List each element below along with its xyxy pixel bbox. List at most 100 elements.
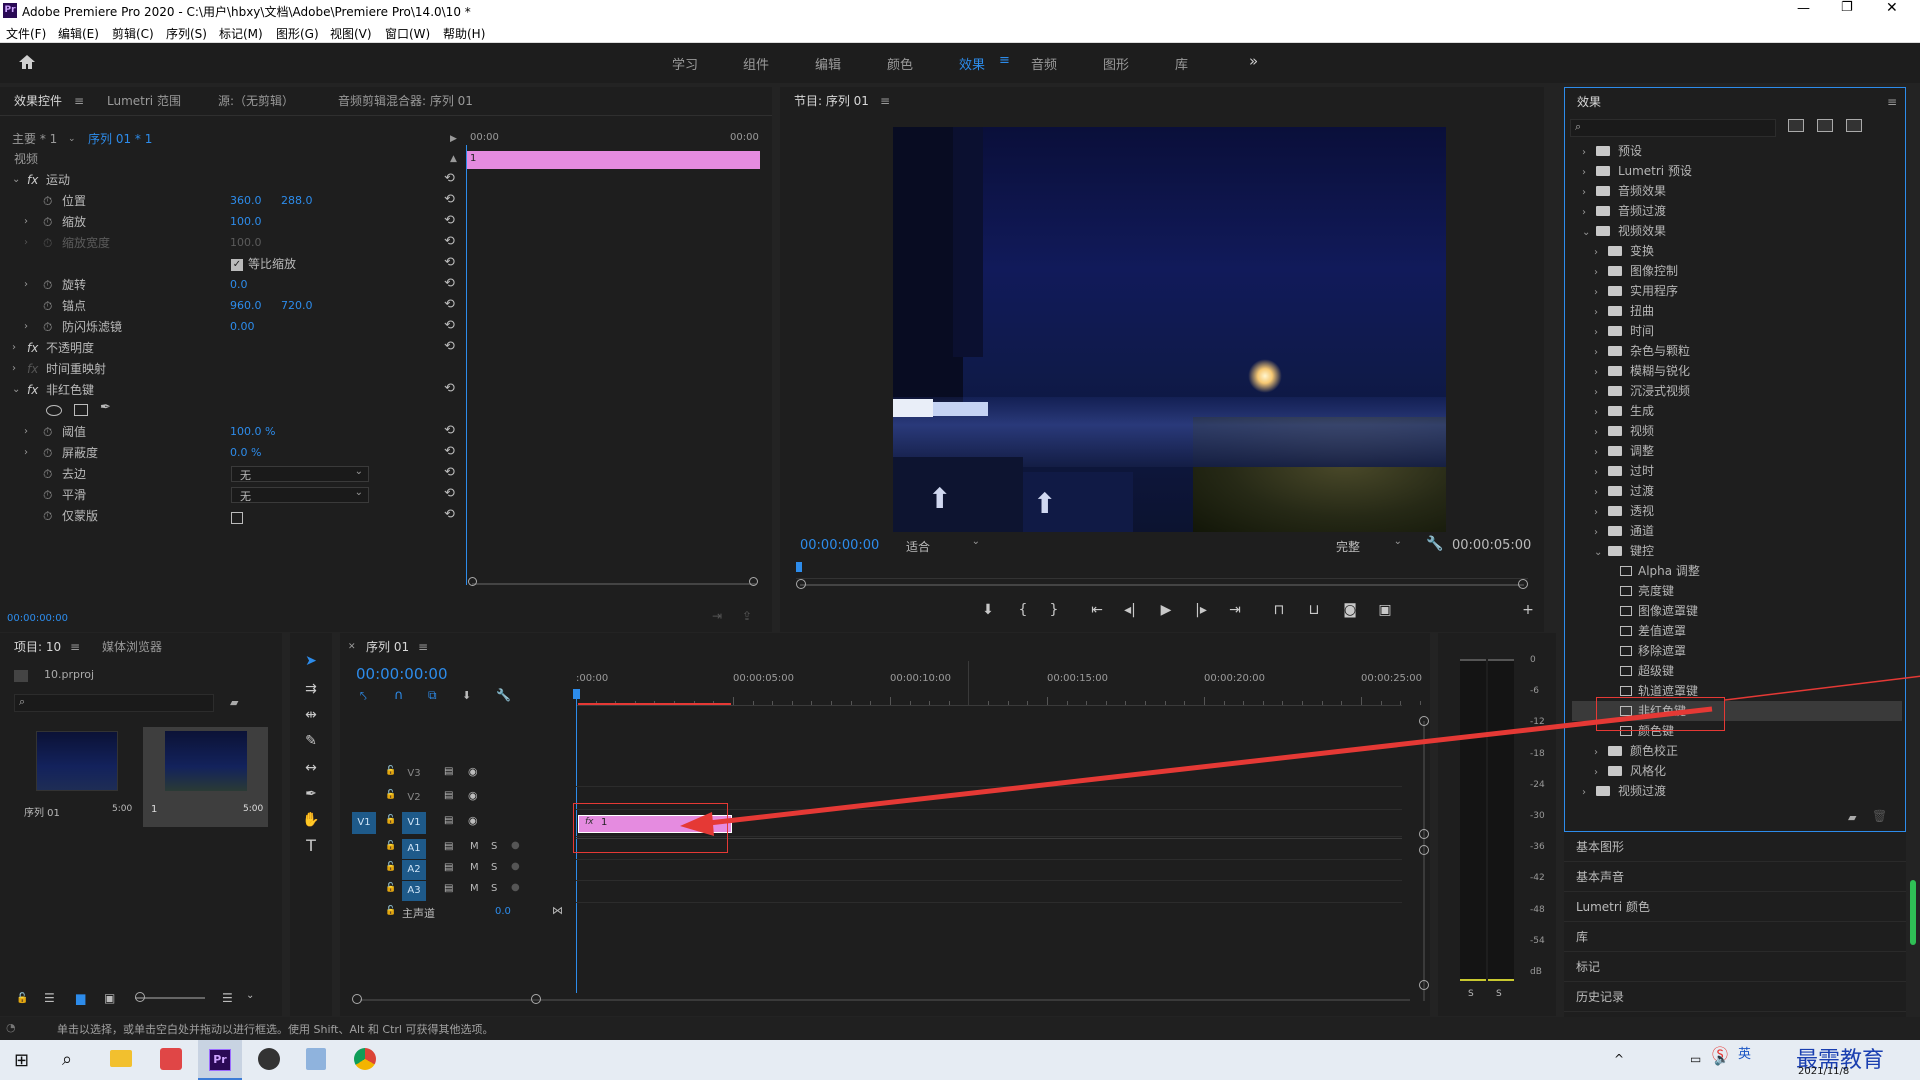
master-track-header[interactable]: 🔓 主声道 0.0 ⋈ (340, 903, 576, 925)
tab-project[interactable]: 项目: 10 (14, 633, 61, 661)
mask-only-checkbox[interactable] (231, 512, 243, 524)
expand-icon[interactable]: › (24, 443, 28, 463)
effect-folder[interactable]: › 视频 (1572, 421, 1902, 441)
stopwatch-icon[interactable]: ⏱ (43, 212, 52, 232)
chevron-right-icon[interactable]: › (1594, 243, 1608, 263)
lock-icon[interactable]: 🔓 (385, 790, 396, 800)
32bit-effects-icon[interactable] (1817, 119, 1833, 132)
chevron-right-icon[interactable]: › (1582, 183, 1596, 203)
workspace-editing[interactable]: 编辑 (815, 54, 841, 73)
threshold-value[interactable]: 100.0 % (230, 422, 275, 442)
ec-timecode[interactable]: 00:00:00:00 (7, 613, 68, 624)
position-x[interactable]: 360.0 (230, 191, 262, 211)
effect-folder[interactable]: › 音频效果 (1572, 181, 1902, 201)
chrome-icon[interactable] (354, 1048, 376, 1070)
scroll-handle-icon[interactable] (1419, 845, 1429, 855)
scroll-handle-icon[interactable] (1518, 579, 1528, 589)
reset-icon[interactable]: ⟲ (444, 507, 455, 522)
chevron-down-icon[interactable]: ⌄ (12, 380, 20, 400)
effect-item[interactable]: 图像遮罩键 (1572, 601, 1902, 621)
panel-lumetri-color[interactable]: Lumetri 颜色 (1576, 898, 1650, 915)
minimize-icon[interactable]: — (1797, 1, 1810, 16)
track-label[interactable]: V2 (402, 788, 426, 808)
anchor-x[interactable]: 960.0 (230, 296, 262, 316)
sync-lock-icon[interactable]: ▤ (444, 862, 453, 873)
smoothing-dropdown[interactable]: 无 ⌄ (231, 487, 369, 503)
settings-wrench-icon[interactable]: 🔧 (496, 688, 511, 702)
razor-tool-icon[interactable]: ✎ (302, 733, 320, 749)
chevron-right-icon[interactable]: › (1594, 363, 1608, 383)
uniform-scale-checkbox[interactable]: ✓ (231, 259, 243, 271)
new-bin-icon[interactable]: ▰ (1848, 811, 1856, 824)
chevron-right-icon[interactable]: › (1594, 323, 1608, 343)
file-explorer-icon[interactable] (110, 1050, 132, 1067)
stopwatch-icon[interactable]: ⏱ (43, 275, 52, 295)
tab-media-browser[interactable]: 媒体浏览器 (102, 633, 162, 661)
sync-lock-icon[interactable]: ▤ (444, 766, 453, 777)
add-marker-icon[interactable]: ⬇ (980, 602, 996, 618)
go-to-end-icon[interactable]: ⋈ (552, 904, 563, 917)
ellipse-mask-icon[interactable] (46, 405, 62, 416)
panel-history[interactable]: 历史记录 (1576, 988, 1624, 1005)
reset-icon[interactable]: ⟲ (444, 381, 455, 396)
network-icon[interactable]: ▭ (1690, 1052, 1701, 1066)
chevron-down-icon[interactable]: ⌄ (12, 170, 20, 190)
comparison-icon[interactable]: ▣ (1377, 602, 1393, 618)
track-header-v2[interactable]: 🔓 V2 ▤ ◉ (340, 787, 576, 809)
chevron-right-icon[interactable]: › (1582, 783, 1596, 803)
track-label[interactable]: A3 (402, 881, 426, 901)
chevron-right-icon[interactable]: › (1594, 283, 1608, 303)
menu-window[interactable]: 窗口(W) (385, 25, 430, 42)
chevron-right-icon[interactable]: › (1594, 383, 1608, 403)
effect-item[interactable]: 亮度键 (1572, 581, 1902, 601)
reset-icon[interactable]: ⟲ (444, 465, 455, 480)
delete-icon[interactable]: 🗑 (1872, 809, 1887, 823)
source-patch[interactable]: V1 (352, 812, 376, 834)
chevron-right-icon[interactable]: › (1594, 263, 1608, 283)
effect-folder[interactable]: › 过时 (1572, 461, 1902, 481)
track-label[interactable]: A1 (402, 839, 426, 859)
stopwatch-icon[interactable]: ⏱ (43, 422, 52, 442)
track-label[interactable]: V3 (402, 764, 426, 784)
master-clip-label[interactable]: 主要 * 1 (12, 129, 57, 149)
microphone-icon[interactable]: ● (511, 882, 520, 893)
panel-resize-handle[interactable] (1910, 880, 1916, 945)
expand-icon[interactable]: › (24, 422, 28, 442)
play-icon[interactable]: ▶ (450, 129, 457, 149)
sort-icon[interactable]: ☰ (222, 991, 233, 1005)
stopwatch-icon[interactable]: ⏱ (43, 317, 52, 337)
chevron-right-icon[interactable]: › (1594, 763, 1608, 783)
volume-icon[interactable]: 🔈 (1714, 1052, 1729, 1066)
microphone-icon[interactable]: ● (511, 840, 520, 851)
effect-folder[interactable]: › 模糊与锐化 (1572, 361, 1902, 381)
ec-zoom-scrollbar[interactable] (472, 583, 756, 585)
pen-tool-icon[interactable]: ✒ (302, 786, 320, 802)
effect-folder[interactable]: › 透视 (1572, 501, 1902, 521)
effect-folder[interactable]: › 颜色校正 (1572, 741, 1902, 761)
cutoff-value[interactable]: 0.0 % (230, 443, 261, 463)
scale-value[interactable]: 100.0 (230, 212, 262, 232)
rectangle-mask-icon[interactable] (74, 404, 88, 416)
play-icon[interactable]: ▶ (1158, 602, 1174, 618)
reset-icon[interactable]: ⟲ (444, 255, 455, 270)
stopwatch-icon[interactable]: ⏱ (43, 191, 52, 211)
scroll-handle-icon[interactable] (1419, 829, 1429, 839)
effect-folder[interactable]: › 风格化 (1572, 761, 1902, 781)
scroll-handle-icon[interactable] (796, 579, 806, 589)
menu-graphics[interactable]: 图形(G) (276, 25, 319, 42)
chevron-down-icon[interactable]: ⌄ (68, 129, 76, 149)
track-label[interactable]: A2 (402, 860, 426, 880)
ripple-edit-tool-icon[interactable]: ⇹ (302, 707, 320, 723)
eye-icon[interactable]: ◉ (468, 765, 478, 778)
timeline-timecode[interactable]: 00:00:00:00 (356, 665, 448, 683)
menu-help[interactable]: 帮助(H) (443, 25, 485, 42)
track-header-a1[interactable]: 🔓 A1 ▤ M S ● (340, 838, 576, 860)
mute-button[interactable]: M (470, 841, 479, 852)
effect-folder[interactable]: › 杂色与颗粒 (1572, 341, 1902, 361)
effect-folder[interactable]: › 调整 (1572, 441, 1902, 461)
panel-menu-icon[interactable]: ≡ (74, 87, 84, 115)
effects-title[interactable]: 效果 (1577, 88, 1601, 116)
program-ruler[interactable] (796, 567, 1528, 579)
stopwatch-icon[interactable]: ⏱ (43, 506, 52, 526)
chevron-right-icon[interactable]: › (1594, 463, 1608, 483)
